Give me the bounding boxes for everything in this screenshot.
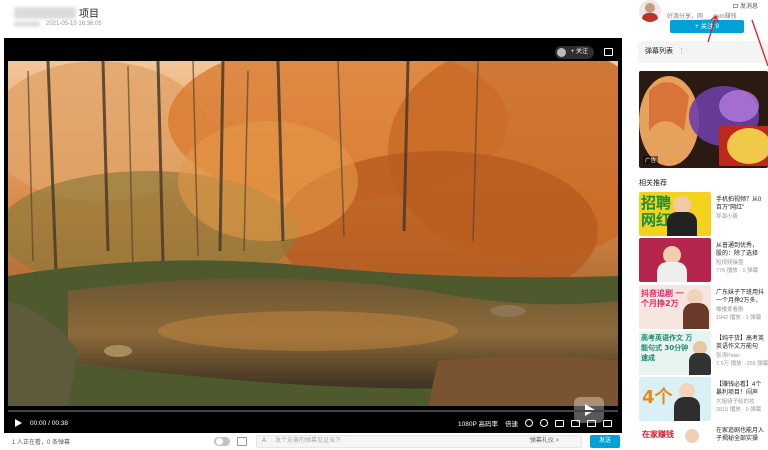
danmaku-placeholder: 发个友善的弹幕见证当下: [275, 438, 342, 444]
recommend-thumb: 抖音追剧 一个月挣2万: [639, 285, 711, 329]
recommend-title-2: 暴利项目！闷声: [716, 390, 759, 396]
message-link[interactable]: 发消息: [733, 1, 758, 10]
danmaku-input[interactable]: A 发个友善的弹幕见证当下 弹幕礼仪 >: [256, 435, 582, 448]
blurred-title-part: [14, 6, 76, 19]
video-page: 项目 2021-05-10 16:36:05 + 关注 00:00 / 00:3…: [0, 0, 768, 450]
recommend-title-2: 一个月挣2万多，: [716, 298, 762, 304]
danmaku-list-header[interactable]: 弹幕列表 ⋮: [638, 41, 768, 63]
fullscreen-icon[interactable]: [603, 419, 612, 427]
thumb-caption: 高考英语作文 万能句式 30分钟速成: [641, 334, 693, 362]
person-body: [667, 212, 697, 236]
pip-icon[interactable]: [555, 419, 564, 427]
recommend-item[interactable]: 在家赚钱 在家追剧也能月入 子揭秘全部实操: [639, 423, 768, 450]
person-body: [674, 397, 700, 421]
video-title: 项目: [79, 9, 99, 20]
recommend-up: 大姐骑子给的妆: [716, 399, 755, 405]
recommend-item[interactable]: 从普通到优秀， 股的：除了选择 短视频操盘 776 播放 · 0 弹幕: [639, 238, 768, 282]
person-body: [689, 353, 711, 375]
player-controls: 00:00 / 00:38 1080P 高码率 倍速: [4, 416, 622, 430]
recommend-stats: 1942 播放 · 1 弹幕: [716, 315, 762, 321]
play-icon[interactable]: [15, 419, 22, 427]
ad-tag: 广告: [643, 156, 659, 164]
mail-icon: [733, 4, 738, 8]
thumb-caption: 4个: [642, 387, 673, 408]
player-follow-button[interactable]: + 关注: [554, 46, 594, 59]
recommend-title-2: 股的：除了选择: [716, 251, 759, 257]
quality-button[interactable]: 1080P 高码率: [458, 418, 498, 428]
recommend-title: 相关推荐: [639, 180, 667, 187]
thumb-caption: 抖音追剧 一个月挣2万: [641, 289, 684, 308]
video-title-row: 项目: [14, 5, 99, 20]
autumn-forest-scene: [8, 61, 618, 406]
danmaku-bar: 1 人正在看，0 条弹幕 A 发个友善的弹幕见证当下 弹幕礼仪 > 发送: [4, 433, 622, 450]
more-icon[interactable]: ⋮: [678, 48, 685, 55]
recommend-thumb: 招聘 网红: [639, 192, 711, 236]
recommend-thumb: 在家赚钱: [639, 423, 711, 450]
player-follow-label: + 关注: [570, 49, 588, 55]
uploader-description: 好源分享，网___gam赚钱: [667, 14, 737, 20]
speed-button[interactable]: 倍速: [505, 418, 518, 428]
web-fullscreen-icon[interactable]: [587, 419, 596, 427]
recommend-title-2: 子揭秘全部实操: [716, 436, 759, 442]
settings-icon[interactable]: [540, 419, 548, 427]
recommend-title-2: 百万"网红": [716, 205, 745, 211]
recommend-title-2: 英语作文万能句: [716, 344, 759, 350]
follow-button[interactable]: + 关注 9: [670, 20, 744, 33]
recommend-up: 短视频操盘: [716, 260, 744, 266]
thumb-caption: 在家赚钱: [642, 430, 674, 439]
progress-bar[interactable]: [8, 410, 618, 412]
video-meta: 2021-05-10 16:36:05: [14, 21, 102, 27]
danmaku-toggle[interactable]: [214, 437, 230, 446]
time-current: 00:00: [30, 419, 47, 427]
blurred-meta: [14, 21, 40, 27]
danmaku-settings-icon[interactable]: [237, 437, 247, 446]
video-frame[interactable]: [8, 61, 618, 406]
recommend-thumb: 4个: [639, 377, 711, 421]
recommend-stats: 7.5万 播放 · 355 弹幕: [716, 361, 768, 367]
time-total: 00:38: [51, 419, 68, 427]
mini-player-icon[interactable]: [604, 48, 613, 56]
send-button[interactable]: 发送: [590, 435, 620, 448]
publish-date: 2021-05-10 16:36:05: [46, 21, 102, 27]
recommend-up: 张涛Peter: [716, 353, 741, 359]
ad-image: [639, 71, 768, 168]
sidebar: 发消息 好源分享，网___gam赚钱 + 关注 9 弹幕列表 ⋮ 广告 相关推荐 …: [636, 0, 768, 450]
volume-icon[interactable]: [525, 419, 533, 427]
uploader-avatar[interactable]: [639, 0, 661, 22]
recommend-up: 楼楼爱看剧: [716, 307, 744, 313]
person-face: [685, 429, 699, 443]
uploader-mini-avatar: [556, 48, 566, 57]
danmaku-list-label: 弹幕列表: [645, 48, 673, 55]
controls-right: 1080P 高码率 倍速: [458, 416, 612, 430]
video-player[interactable]: + 关注 00:00 / 00:38 1080P 高码率 倍速: [4, 38, 622, 433]
font-style-icon[interactable]: A: [262, 436, 266, 447]
person-body: [657, 262, 687, 282]
viewer-count: 1 人正在看，0 条弹幕: [12, 440, 71, 446]
message-label: 发消息: [740, 4, 759, 10]
recommend-thumb: [639, 238, 711, 282]
recommend-item[interactable]: 高考英语作文 万能句式 30分钟速成 【纯干货】高考英 英语作文万能句 张涛Pe…: [639, 331, 768, 375]
widescreen-icon[interactable]: [571, 419, 580, 427]
ad-banner[interactable]: 广告: [639, 71, 768, 168]
recommend-item[interactable]: 招聘 网红 手机拍视频？从0 百万"网红" 导演小筱: [639, 192, 768, 236]
recommend-item[interactable]: 抖音追剧 一个月挣2万 广东妹子下班用抖 一个月挣2万多， 楼楼爱看剧 1942…: [639, 285, 768, 329]
recommend-thumb: 高考英语作文 万能句式 30分钟速成: [639, 331, 711, 375]
time-display: 00:00 / 00:38: [30, 420, 68, 427]
recommend-stats: 3515 播放 · 0 弹幕: [716, 407, 762, 413]
danmaku-etiquette-link[interactable]: 弹幕礼仪 >: [530, 436, 559, 447]
person-body: [683, 303, 709, 329]
recommend-item[interactable]: 4个 【赚钱必看】4个 暴利项目！闷声 大姐骑子给的妆 3515 播放 · 0 …: [639, 377, 768, 421]
recommend-up: 导演小筱: [716, 214, 739, 220]
recommend-stats: 776 播放 · 0 弹幕: [716, 268, 759, 274]
